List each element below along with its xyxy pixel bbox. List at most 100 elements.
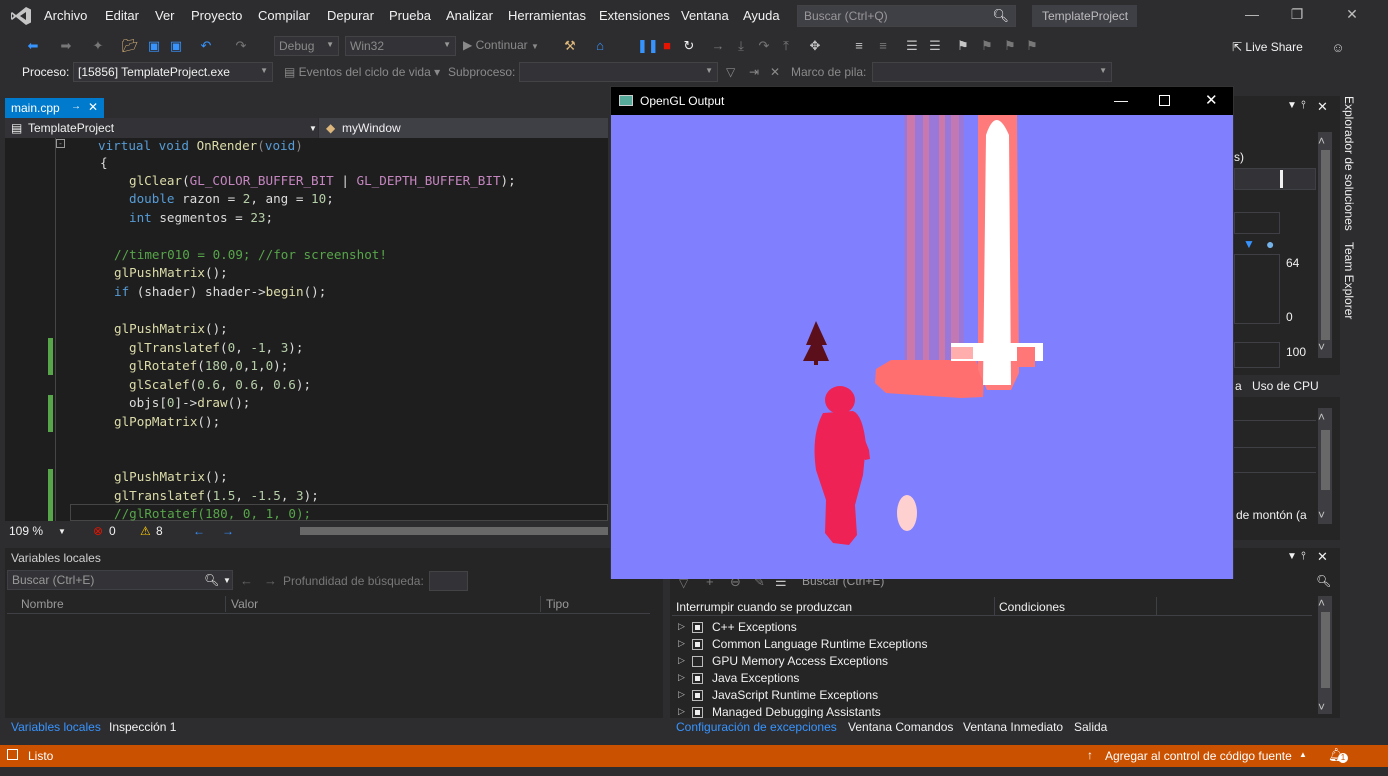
expand-icon[interactable]: ▷ xyxy=(678,638,685,649)
scroll-up-icon[interactable]: ˄ xyxy=(1318,596,1325,610)
tab-watch-1[interactable]: Inspección 1 xyxy=(109,720,176,734)
tab-immediate-window[interactable]: Ventana Inmediato xyxy=(963,720,1063,734)
scroll-down-icon[interactable]: ˅ xyxy=(1318,700,1325,714)
chevron-down-icon[interactable]: ▼ xyxy=(58,527,66,536)
scroll-up-icon[interactable]: ˄ xyxy=(1318,410,1325,424)
visual-studio-logo-icon[interactable] xyxy=(10,6,32,26)
opengl-output-window[interactable]: OpenGL Output — ✕ xyxy=(610,86,1234,579)
menu-editar[interactable]: Editar xyxy=(105,8,139,23)
arrow-up-icon[interactable]: ↑ xyxy=(1087,748,1093,762)
restart-icon[interactable]: ↻ xyxy=(681,38,697,54)
col-conditions[interactable]: Condiciones xyxy=(999,600,1065,614)
flag-icon[interactable]: ⇥ xyxy=(749,65,759,79)
threads-icon[interactable]: ≡ xyxy=(851,38,867,54)
redo-icon[interactable]: ↷ xyxy=(233,38,249,54)
process-dropdown[interactable]: [15856] TemplateProject.exe ▼ xyxy=(73,62,273,82)
search-icon[interactable]: 🔍︎ xyxy=(1316,574,1331,588)
close-tab-icon[interactable]: ✕ xyxy=(88,100,98,114)
stop-icon[interactable]: ■ xyxy=(659,38,675,54)
chevron-up-icon[interactable]: ▲ xyxy=(1299,750,1307,759)
process-icon[interactable]: ⚒ xyxy=(562,38,578,54)
scroll-down-icon[interactable]: ˅ xyxy=(1318,340,1325,354)
expand-icon[interactable]: ▷ xyxy=(678,706,685,717)
pin-icon[interactable]: → xyxy=(71,101,81,112)
column-divider[interactable] xyxy=(540,596,541,612)
menu-extensiones[interactable]: Extensiones xyxy=(599,8,670,23)
tab-command-window[interactable]: Ventana Comandos xyxy=(848,720,953,734)
back-icon[interactable]: ⬅︎ xyxy=(25,38,41,54)
col-value[interactable]: Valor xyxy=(231,597,258,611)
gl-viewport[interactable] xyxy=(611,115,1233,579)
platform-dropdown[interactable]: Win32 ▼ xyxy=(345,36,456,56)
open-folder-icon[interactable]: 📂︎ xyxy=(122,38,139,54)
menu-depurar[interactable]: Depurar xyxy=(327,8,374,23)
diag-tab-fragment[interactable]: a xyxy=(1235,379,1242,393)
tab-cpu-usage[interactable]: Uso de CPU xyxy=(1252,379,1319,393)
menu-ventana[interactable]: Ventana xyxy=(681,8,729,23)
live-share-button[interactable]: ⇱ Live Share xyxy=(1232,40,1303,54)
continue-button[interactable]: ▶ Continuar ▼ xyxy=(463,38,539,52)
col-name[interactable]: Nombre xyxy=(21,597,64,611)
menu-prueba[interactable]: Prueba xyxy=(389,8,431,23)
prev-bookmark-icon[interactable]: ⚑ xyxy=(979,38,995,54)
close-icon[interactable]: ✕ xyxy=(1205,91,1218,109)
minimize-icon[interactable]: — xyxy=(1114,92,1128,108)
step-into-icon[interactable]: ⤓ xyxy=(733,38,749,54)
collapse-icon[interactable]: - xyxy=(56,139,65,148)
close-panel-icon[interactable]: ✕ xyxy=(1317,549,1328,565)
config-dropdown[interactable]: Debug ▼ xyxy=(274,36,339,56)
menu-analizar[interactable]: Analizar xyxy=(446,8,493,23)
exception-checkbox[interactable] xyxy=(692,622,703,633)
next-bookmark-icon[interactable]: ⚑ xyxy=(1002,38,1018,54)
outdent-icon[interactable]: ☰ xyxy=(927,38,943,54)
maximize-icon[interactable] xyxy=(1159,95,1170,106)
feedback-icon[interactable]: ☺ xyxy=(1330,40,1346,56)
thread-dropdown[interactable]: ▼ xyxy=(519,62,718,82)
save-icon[interactable]: ▣ xyxy=(146,38,162,54)
class-scope-value[interactable]: myWindow xyxy=(342,121,401,135)
horizontal-scrollbar[interactable] xyxy=(300,527,608,535)
forward-icon[interactable]: ➡︎ xyxy=(58,38,74,54)
exception-checkbox[interactable] xyxy=(692,707,703,718)
nav-back-icon[interactable]: ← xyxy=(193,524,205,538)
tab-locals[interactable]: Variables locales xyxy=(11,720,101,734)
column-divider[interactable] xyxy=(994,597,995,615)
undo-icon[interactable]: ↶ xyxy=(198,38,214,54)
column-divider[interactable] xyxy=(225,596,226,612)
add-source-control-button[interactable]: Agregar al control de código fuente xyxy=(1105,749,1292,763)
nav-forward-icon[interactable]: → xyxy=(222,524,234,538)
save-all-icon[interactable]: ▣ xyxy=(168,38,184,54)
browser-icon[interactable]: ⌂ xyxy=(592,38,608,54)
tab-main-cpp[interactable]: main.cpp → ✕ xyxy=(5,98,104,118)
stack-frame-dropdown[interactable]: ▼ xyxy=(872,62,1112,82)
menu-archivo[interactable]: Archivo xyxy=(44,8,87,23)
col-break-when[interactable]: Interrumpir cuando se produzcan xyxy=(676,600,852,614)
indent-icon[interactable]: ☰ xyxy=(904,38,920,54)
expand-icon[interactable]: ▷ xyxy=(678,672,685,683)
expand-icon[interactable]: ▷ xyxy=(678,655,685,666)
bookmark-icon[interactable]: ⚑ xyxy=(955,38,971,54)
show-next-icon[interactable]: → xyxy=(710,38,726,54)
exception-checkbox[interactable] xyxy=(692,656,703,667)
menu-herramientas[interactable]: Herramientas xyxy=(508,8,586,23)
format-icon[interactable]: ≡ xyxy=(875,38,891,54)
step-over-icon[interactable]: ↷ xyxy=(756,38,772,54)
tab-exception-settings[interactable]: Configuración de excepciones xyxy=(676,720,837,734)
scrollbar-thumb[interactable] xyxy=(1321,430,1330,490)
swap-icon[interactable]: ✕ xyxy=(770,65,780,79)
menu-compilar[interactable]: Compilar xyxy=(258,8,310,23)
column-divider[interactable] xyxy=(1156,597,1157,615)
search-back-icon[interactable]: ← xyxy=(240,573,253,588)
menu-ayuda[interactable]: Ayuda xyxy=(743,8,780,23)
exception-checkbox[interactable] xyxy=(692,673,703,684)
scrollbar-thumb[interactable] xyxy=(1321,612,1330,688)
scroll-down-icon[interactable]: ˅ xyxy=(1318,508,1325,522)
search-icon[interactable]: 🔍︎ xyxy=(204,573,219,587)
pause-icon[interactable]: ❚❚ xyxy=(637,38,659,54)
minimize-icon[interactable]: — xyxy=(1237,6,1267,26)
warning-icon[interactable]: ⚠ xyxy=(140,524,151,538)
zoom-level[interactable]: 109 % xyxy=(9,524,43,538)
scroll-up-icon[interactable]: ˄ xyxy=(1318,134,1325,148)
tab-solution-explorer[interactable]: Explorador de soluciones xyxy=(1342,96,1356,231)
chevron-down-icon[interactable]: ▼ xyxy=(223,576,231,585)
